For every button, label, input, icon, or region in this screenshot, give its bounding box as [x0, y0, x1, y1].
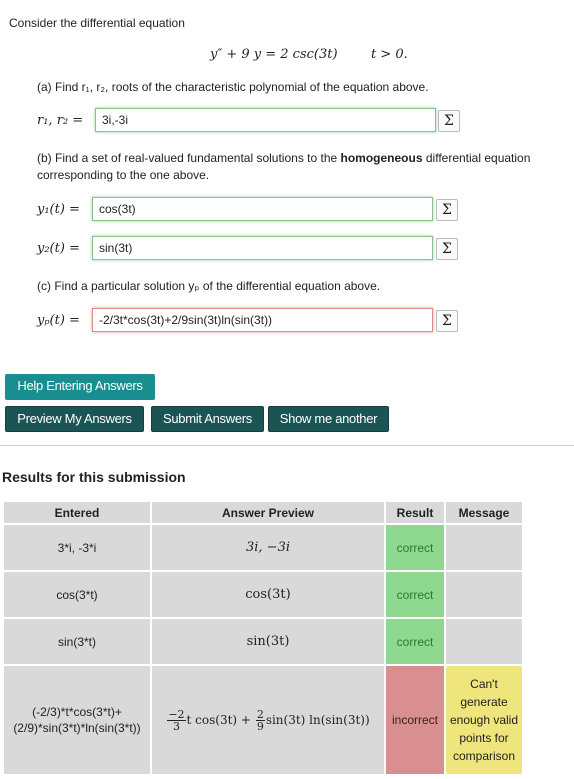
preview-cell: −2 3 t cos(3t) + 2 9 sin(3t) ln(sin(3t))	[152, 666, 384, 774]
answer-field-roots[interactable]: 3i,-3i	[95, 108, 436, 132]
results-table: Entered Answer Preview Result Message 3*…	[2, 500, 524, 776]
equation-editor-icon-y1[interactable]: Σ	[436, 199, 458, 221]
entered-cell: (-2/3)*t*cos(3*t)+ (2/9)*sin(3*t)*ln(sin…	[4, 666, 150, 774]
intro-text: Consider the differential equation	[9, 16, 185, 30]
result-cell: correct	[386, 619, 444, 664]
message-cell	[446, 572, 522, 617]
help-entering-answers-button[interactable]: Help Entering Answers	[5, 374, 155, 400]
table-row: 3*i, -3*i 3i, −3i correct	[4, 525, 522, 570]
label-y1: y₁(t) =	[37, 202, 80, 217]
fraction-neg-two-thirds: −2 3	[167, 707, 186, 733]
part-c-prompt: (c) Find a particular solution yₚ of the…	[37, 279, 381, 293]
label-r1-r2: r₁, r₂ =	[37, 113, 84, 128]
equation-editor-icon-yp[interactable]: Σ	[436, 310, 458, 332]
table-row: (-2/3)*t*cos(3*t)+ (2/9)*sin(3*t)*ln(sin…	[4, 666, 522, 774]
answer-field-yp[interactable]: -2/3t*cos(3t)+2/9sin(3t)ln(sin(3t))	[92, 308, 433, 332]
answer-field-y1[interactable]: cos(3t)	[92, 197, 433, 221]
result-cell: correct	[386, 572, 444, 617]
part-b-bold-word: homogeneous	[340, 151, 423, 165]
header-result: Result	[386, 502, 444, 523]
message-cell	[446, 525, 522, 570]
table-row: cos(3*t) cos(3t) correct	[4, 572, 522, 617]
entered-cell: 3*i, -3*i	[4, 525, 150, 570]
entered-line-1: (-2/3)*t*cos(3*t)+	[32, 705, 122, 719]
part-b-prompt: (b) Find a set of real-valued fundamenta…	[37, 150, 562, 184]
frac1-denominator: 3	[172, 719, 180, 733]
part-b-text-pre: (b) Find a set of real-valued fundamenta…	[37, 151, 341, 165]
table-row: sin(3*t) sin(3t) correct	[4, 619, 522, 664]
differential-equation: y″ + 9 y = 2 csc(3t)	[210, 47, 338, 62]
header-message: Message	[446, 502, 522, 523]
submit-answers-button[interactable]: Submit Answers	[151, 406, 264, 432]
frac1-numerator: −2	[167, 707, 186, 721]
label-y2: y₂(t) =	[37, 241, 80, 256]
label-yp: yₚ(t) =	[37, 313, 80, 328]
show-another-button[interactable]: Show me another	[268, 406, 389, 432]
message-cell: Can't generate enough valid points for c…	[446, 666, 522, 774]
preview-cell: cos(3t)	[152, 572, 384, 617]
preview-answers-button[interactable]: Preview My Answers	[5, 406, 144, 432]
answer-field-y2[interactable]: sin(3t)	[92, 236, 433, 260]
equation-editor-icon-y2[interactable]: Σ	[436, 238, 458, 260]
preview-mid-text: t cos(3t) +	[186, 712, 251, 727]
preview-cell: sin(3t)	[152, 619, 384, 664]
divider	[0, 445, 574, 446]
results-header-row: Entered Answer Preview Result Message	[4, 502, 522, 523]
frac2-denominator: 9	[256, 719, 264, 733]
equation-condition: t > 0.	[371, 47, 408, 62]
result-cell: correct	[386, 525, 444, 570]
preview-cell: 3i, −3i	[152, 525, 384, 570]
header-answer-preview: Answer Preview	[152, 502, 384, 523]
entered-cell: cos(3*t)	[4, 572, 150, 617]
results-title: Results for this submission	[2, 469, 186, 485]
entered-cell: sin(3*t)	[4, 619, 150, 664]
message-cell	[446, 619, 522, 664]
preview-end-text: sin(3t) ln(sin(3t))	[265, 712, 370, 727]
part-a-prompt: (a) Find r₁, r₂, roots of the characteri…	[37, 80, 429, 94]
equation-editor-icon-roots[interactable]: Σ	[438, 110, 460, 132]
entered-line-2: (2/9)*sin(3*t)*ln(sin(3*t))	[13, 721, 141, 735]
header-entered: Entered	[4, 502, 150, 523]
frac2-numerator: 2	[255, 707, 265, 721]
fraction-two-ninths: 29	[255, 707, 265, 733]
result-cell: incorrect	[386, 666, 444, 774]
